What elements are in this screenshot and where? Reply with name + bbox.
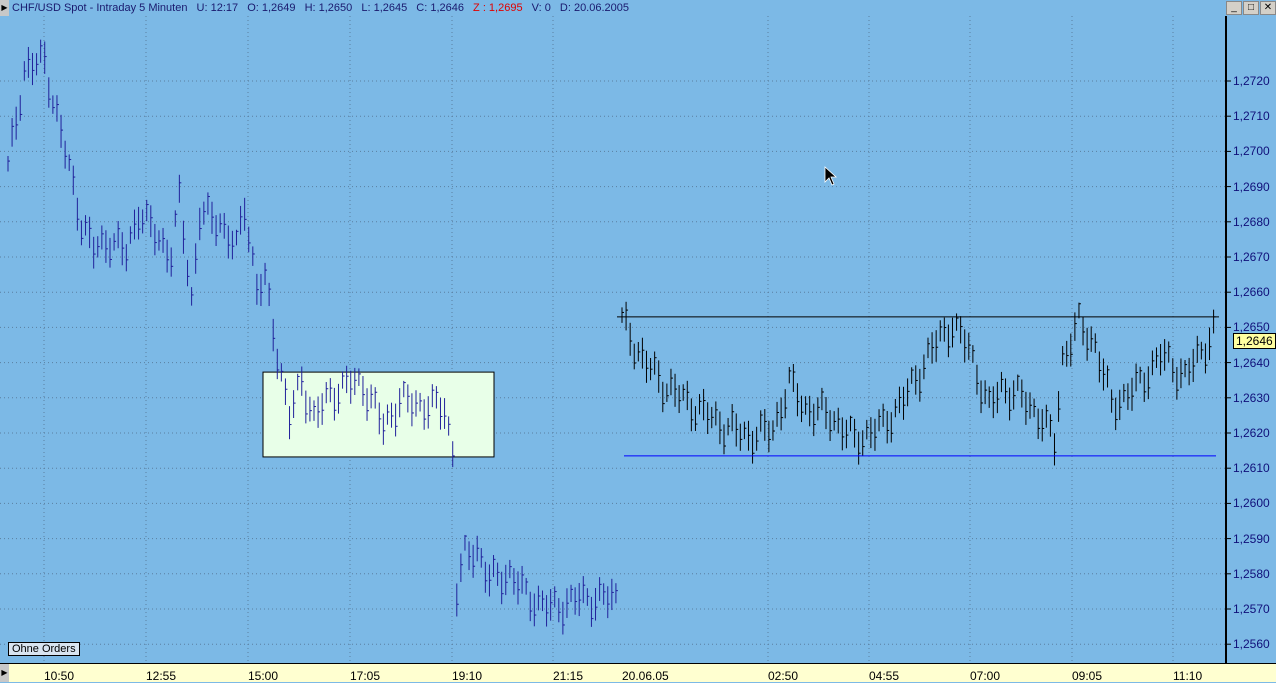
price-tick-label: 1,2560 xyxy=(1233,637,1270,652)
open-readout: O: 1,2649 xyxy=(247,2,296,14)
price-chart[interactable] xyxy=(0,0,1276,681)
volume-readout: V: 0 xyxy=(531,2,551,14)
scroll-arrow-icon[interactable]: ▶ xyxy=(0,664,9,682)
mouse-cursor-icon xyxy=(824,166,838,186)
low-readout: L: 1,2645 xyxy=(361,2,408,14)
expand-arrow-icon[interactable]: ▶ xyxy=(0,0,9,16)
price-tick-label: 1,2590 xyxy=(1233,531,1270,546)
title-bar: ▶ CHF/USD Spot - Intraday 5 Minuten U: 1… xyxy=(0,0,1276,16)
price-tick-label: 1,2580 xyxy=(1233,566,1270,581)
price-tick-label: 1,2630 xyxy=(1233,390,1270,405)
time-axis: ▶ 10:50 12:55 15:00 17:05 19:10 21:15 20.06.05… xyxy=(0,663,1276,683)
instrument-name: CHF/USD Spot - Intraday 5 Minuten xyxy=(12,2,188,14)
price-tick-label: 1,2690 xyxy=(1233,179,1270,194)
price-tick-label: 1,2640 xyxy=(1233,355,1270,370)
price-tick-label: 1,2620 xyxy=(1233,426,1270,440)
price-tick-label: 1,2600 xyxy=(1233,496,1270,511)
date-readout: D: 20.06.2005 xyxy=(559,2,630,14)
time-readout: U: 12:17 xyxy=(196,2,239,14)
price-tick-label: 1,2670 xyxy=(1233,250,1270,264)
close-readout: C: 1,2646 xyxy=(416,2,464,14)
price-tick-label: 1,2710 xyxy=(1233,109,1270,124)
close-button[interactable]: ✕ xyxy=(1260,1,1276,15)
z-readout: Z : 1,2695 xyxy=(473,2,523,14)
price-tick-label: 1,2570 xyxy=(1233,602,1270,616)
orders-button[interactable]: Ohne Orders xyxy=(8,642,80,656)
maximize-button[interactable]: □ xyxy=(1243,1,1259,15)
current-price-label: 1,2646 xyxy=(1233,333,1276,349)
price-tick-label: 1,2610 xyxy=(1233,461,1270,476)
high-readout: H: 1,2650 xyxy=(304,2,353,14)
price-tick-label: 1,2700 xyxy=(1233,144,1270,159)
price-tick-label: 1,2720 xyxy=(1233,74,1270,88)
price-tick-label: 1,2660 xyxy=(1233,285,1270,300)
minimize-button[interactable]: _ xyxy=(1226,1,1242,15)
price-tick-label: 1,2680 xyxy=(1233,214,1270,229)
